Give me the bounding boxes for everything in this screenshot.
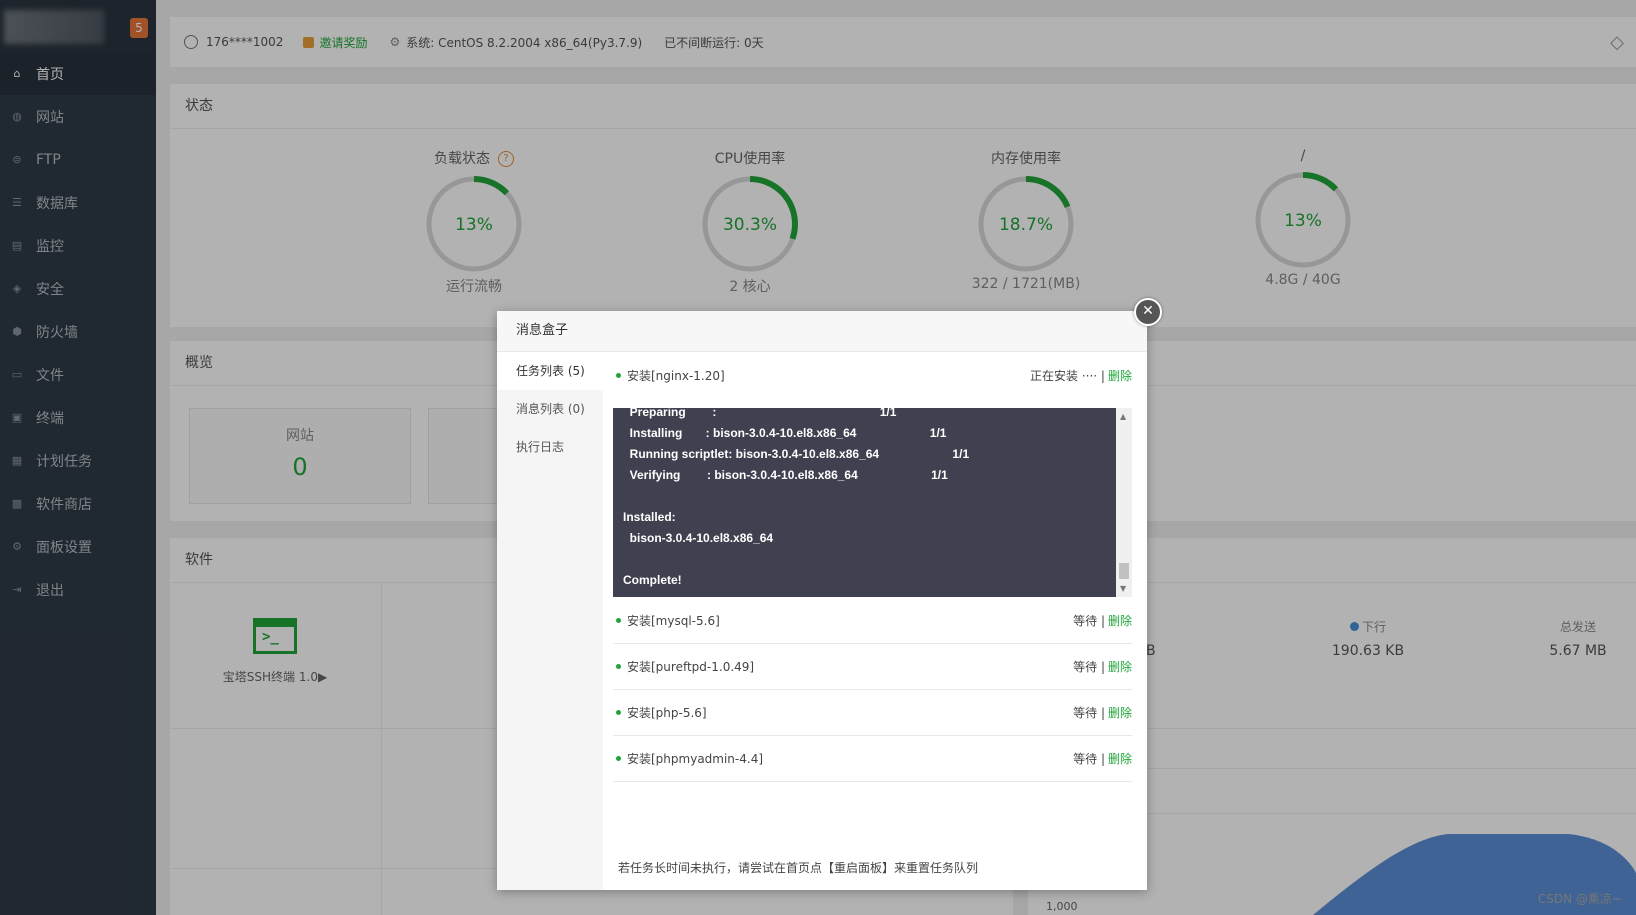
modal-title: 消息盒子	[497, 311, 1147, 352]
log-scrollbar[interactable]: ▲ ▼	[1116, 408, 1132, 597]
delete-button[interactable]: 删除	[1108, 367, 1132, 384]
task-row: 安装[phpmyadmin-4.4] 等待 | 删除	[613, 735, 1132, 782]
log-line: Preparing : 1/1	[623, 408, 897, 419]
task-list-panel: 安装[nginx-1.20] 正在安装 ···· | 删除 Preparing …	[603, 352, 1147, 890]
scroll-down-icon[interactable]: ▼	[1120, 584, 1126, 593]
status-dot-icon	[616, 755, 621, 761]
task-status: 正在安装 ···· |	[1030, 368, 1105, 383]
log-line: Verifying : bison-3.0.4-10.el8.x86_64 1/…	[623, 468, 948, 482]
task-status: 等待 |	[1073, 613, 1105, 628]
task-status: 等待 |	[1073, 751, 1105, 766]
delete-button[interactable]: 删除	[1108, 704, 1132, 721]
close-button[interactable]: ✕	[1134, 298, 1162, 326]
install-log[interactable]: Preparing : 1/1 Installing : bison-3.0.4…	[613, 408, 1116, 597]
status-dot-icon	[616, 617, 621, 623]
delete-button[interactable]: 删除	[1108, 750, 1132, 767]
watermark: CSDN @乘凉~	[1537, 892, 1622, 906]
modal-sidebar: 任务列表 (5) 消息列表 (0) 执行日志	[497, 352, 603, 890]
task-name: 安装[nginx-1.20]	[627, 368, 725, 383]
status-dot-icon	[616, 372, 621, 378]
log-line: Installing : bison-3.0.4-10.el8.x86_64 1…	[623, 426, 947, 440]
modal-footer-hint: 若任务长时间未执行，请尝试在首页点【重启面板】来重置任务队列	[618, 861, 979, 875]
log-line: Installed:	[623, 510, 676, 524]
scroll-thumb[interactable]	[1119, 563, 1129, 579]
scroll-up-icon[interactable]: ▲	[1120, 412, 1126, 421]
log-lines: Preparing : 1/1 Installing : bison-3.0.4…	[623, 408, 969, 591]
task-name: 安装[mysql-5.6]	[627, 613, 720, 628]
log-line: bison-3.0.4-10.el8.x86_64	[623, 531, 774, 545]
status-dot-icon	[616, 709, 621, 715]
task-row: 安装[php-5.6] 等待 | 删除	[613, 689, 1132, 736]
task-status: 等待 |	[1073, 659, 1105, 674]
log-line: Complete!	[623, 573, 682, 587]
task-name: 安装[phpmyadmin-4.4]	[627, 751, 764, 766]
delete-button[interactable]: 删除	[1108, 612, 1132, 629]
delete-button[interactable]: 删除	[1108, 658, 1132, 675]
task-name: 安装[pureftpd-1.0.49]	[627, 659, 755, 674]
task-name: 安装[php-5.6]	[627, 705, 707, 720]
log-line: Running scriptlet: bison-3.0.4-10.el8.x8…	[623, 447, 970, 461]
message-box-modal: 消息盒子 ✕ 任务列表 (5) 消息列表 (0) 执行日志 安装[nginx-1…	[497, 298, 1162, 890]
task-row: 安装[mysql-5.6] 等待 | 删除	[613, 597, 1132, 644]
tab-task-list[interactable]: 任务列表 (5)	[497, 352, 603, 390]
task-row: 安装[pureftpd-1.0.49] 等待 | 删除	[613, 643, 1132, 690]
tab-execution-log[interactable]: 执行日志	[497, 428, 603, 466]
task-status: 等待 |	[1073, 705, 1105, 720]
current-task-row: 安装[nginx-1.20] 正在安装 ···· | 删除	[613, 352, 1132, 398]
status-dot-icon	[616, 663, 621, 669]
tab-message-list[interactable]: 消息列表 (0)	[497, 390, 603, 428]
